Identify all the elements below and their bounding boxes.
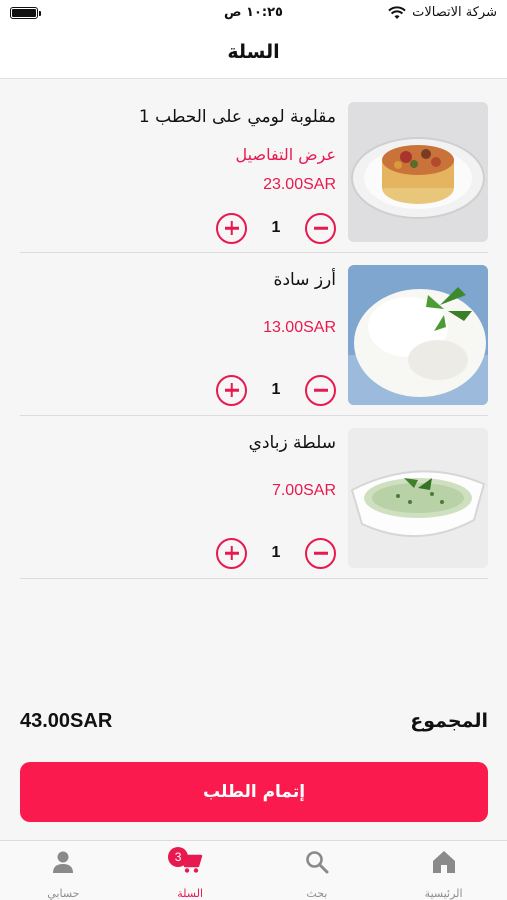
item-name: سلطة زبادي — [248, 433, 336, 453]
status-bar: ١٠:٢٥ ص شركة الاتصالات — [0, 0, 507, 26]
item-image-rice[interactable] — [348, 265, 488, 405]
white-rice-icon — [348, 265, 488, 405]
decrease-quantity-button[interactable] — [305, 374, 336, 406]
maqluba-plate-icon — [348, 102, 488, 242]
tab-label: بحث — [306, 887, 328, 900]
quantity-value: 1 — [271, 544, 281, 561]
tab-search[interactable]: بحث — [254, 841, 381, 900]
page-header: السلة — [0, 26, 507, 79]
increase-quantity-button[interactable] — [216, 374, 247, 406]
tab-label: حسابي — [47, 887, 80, 900]
item-name: مقلوبة لومي على الحطب 1 — [138, 107, 336, 127]
tab-label: السلة — [177, 887, 203, 900]
cart-count-badge: 3 — [168, 847, 189, 867]
total-label: المجموع — [410, 710, 488, 732]
item-info: مقلوبة لومي على الحطب 1 عرض التفاصيل 23.… — [20, 104, 336, 196]
item-price: 7.00SAR — [271, 482, 336, 499]
item-image-yogurt-salad[interactable] — [348, 428, 488, 568]
checkout-button[interactable]: إتمام الطلب — [20, 762, 488, 822]
carrier-name: شركة الاتصالات — [412, 5, 497, 20]
person-icon — [53, 851, 74, 873]
quantity-stepper: 1 — [216, 537, 336, 569]
item-price: 13.00SAR — [263, 319, 336, 336]
cart-item: مقلوبة لومي على الحطب 1 عرض التفاصيل 23.… — [20, 90, 488, 253]
tab-account[interactable]: حسابي — [0, 841, 127, 900]
quantity-value: 1 — [271, 219, 281, 236]
item-info: أرز سادة 13.00SAR — [20, 267, 336, 339]
tab-bar: حسابي 3 السلة بحث الرئيسية — [0, 840, 507, 900]
wifi-icon — [388, 5, 406, 19]
cart-list: مقلوبة لومي على الحطب 1 عرض التفاصيل 23.… — [20, 90, 488, 579]
item-image-maqluba[interactable] — [348, 102, 488, 242]
total-amount: 43.00SAR — [20, 709, 113, 732]
tab-home[interactable]: الرئيسية — [380, 841, 507, 900]
increase-quantity-button[interactable] — [216, 537, 247, 569]
increase-quantity-button[interactable] — [216, 212, 247, 244]
item-price: 23.00SAR — [263, 176, 336, 193]
item-info: سلطة زبادي 7.00SAR — [20, 430, 336, 502]
quantity-stepper: 1 — [216, 374, 336, 406]
cart-item: أرز سادة 13.00SAR 1 — [20, 253, 488, 416]
page-title: السلة — [227, 41, 280, 63]
status-carrier: شركة الاتصالات — [388, 5, 497, 20]
decrease-quantity-button[interactable] — [305, 537, 336, 569]
decrease-quantity-button[interactable] — [305, 212, 336, 244]
item-details-link[interactable]: عرض التفاصيل — [20, 144, 336, 166]
tab-cart[interactable]: 3 السلة — [127, 841, 254, 900]
tab-label: الرئيسية — [424, 887, 463, 900]
item-name: أرز سادة — [273, 270, 336, 290]
home-icon — [432, 851, 455, 873]
yogurt-salad-icon — [348, 428, 488, 568]
order-total: 43.00SAR المجموع — [20, 706, 488, 736]
quantity-value: 1 — [271, 381, 281, 398]
cart-item: سلطة زبادي 7.00SAR 1 — [20, 416, 488, 579]
quantity-stepper: 1 — [216, 212, 336, 244]
search-icon — [306, 851, 329, 874]
